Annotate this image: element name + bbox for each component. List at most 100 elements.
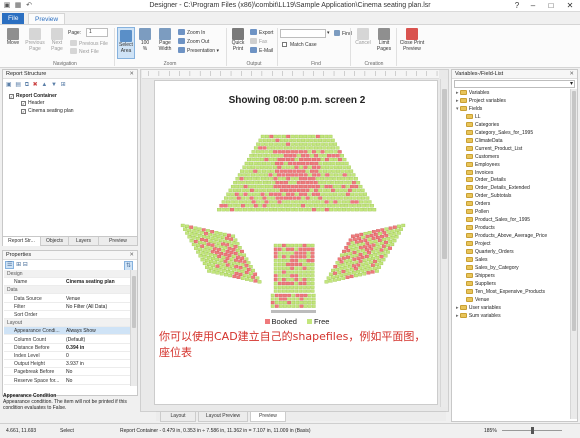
property-row[interactable]: Output Height 3.937 in	[4, 360, 130, 369]
field-tree-item[interactable]: Sales	[466, 256, 488, 263]
property-row[interactable]: Distance Before 0.394 in	[4, 344, 130, 352]
property-row[interactable]: Sort Order	[4, 311, 130, 319]
limit-pages-button[interactable]: Limit Pages	[374, 28, 394, 52]
property-category[interactable]: Design	[4, 270, 130, 278]
property-value[interactable]: 0	[66, 352, 69, 360]
tree-item-cinema-seating-plan[interactable]: ✓ Cinema seating plan	[21, 108, 74, 114]
fax-button[interactable]: Fax	[250, 38, 267, 45]
cancel-button[interactable]: Cancel	[354, 28, 372, 47]
property-value[interactable]: No	[66, 368, 72, 376]
checkbox-icon[interactable]: ✓	[21, 101, 26, 106]
close-print-preview-button[interactable]: Close Print Preview	[398, 28, 426, 52]
property-row[interactable]: Data Source Venue	[4, 295, 130, 303]
previous-page-button[interactable]: Previous Page	[24, 28, 46, 52]
restore-button[interactable]: □	[542, 0, 560, 12]
zoom-in-button[interactable]: Zoom In	[178, 29, 205, 36]
move-up-icon[interactable]: ▲	[41, 82, 48, 88]
field-tree-item[interactable]: Invoices	[466, 169, 493, 176]
new-object-icon[interactable]: ▣	[6, 82, 13, 88]
field-tree-item[interactable]: ▸ User variables	[456, 304, 501, 311]
match-case-checkbox[interactable]: Match Case	[282, 42, 317, 48]
field-tree-item[interactable]: Suppliers	[466, 280, 496, 287]
minimize-button[interactable]: –	[524, 0, 542, 12]
tab-report-structure[interactable]: Report Str...	[3, 237, 41, 246]
field-tree-item[interactable]: Categories	[466, 121, 499, 128]
export-button[interactable]: Export	[250, 29, 273, 36]
field-tree-item[interactable]: Product_Sales_for_1995	[466, 217, 530, 223]
tab-layout[interactable]: Layout	[160, 412, 196, 422]
tab-file[interactable]: File	[2, 13, 25, 24]
folder-icon[interactable]: ▤	[15, 82, 22, 88]
field-tree-item[interactable]: Employees	[466, 161, 500, 168]
zoom-slider-thumb[interactable]	[531, 427, 534, 434]
property-value[interactable]: Cinema seating plan	[66, 278, 115, 286]
tab-layout-preview[interactable]: Layout Preview	[198, 412, 248, 422]
scroll-thumb[interactable]	[132, 276, 136, 328]
find-dropdown-icon[interactable]: ▾	[327, 30, 330, 36]
property-category[interactable]: Layout	[4, 319, 130, 328]
email-button[interactable]: E-Mail	[250, 47, 273, 54]
close-panel-icon[interactable]: ✕	[129, 70, 134, 79]
tab-preview-view[interactable]: Preview	[250, 412, 286, 422]
close-window-button[interactable]: ✕	[560, 0, 580, 12]
field-tree-item[interactable]: Pollen	[466, 209, 489, 215]
field-tree-item[interactable]: Customers	[466, 153, 499, 160]
property-value[interactable]: No Filter (All Data)	[66, 303, 107, 311]
zoom-100-button[interactable]: 100 %	[138, 28, 152, 52]
field-tree-item[interactable]: Products	[466, 225, 495, 231]
quick-print-button[interactable]: Quick Print	[229, 28, 247, 52]
expand-icon[interactable]: ⊞	[61, 82, 67, 88]
property-row[interactable]: Name Cinema seating plan	[4, 278, 130, 287]
property-category[interactable]: Data	[4, 286, 130, 295]
delete-icon[interactable]: ✖	[33, 82, 39, 88]
collapse-all-icon[interactable]: ⊟	[23, 262, 28, 268]
property-row[interactable]: Column Count (Default)	[4, 336, 130, 344]
tree-item-report-container[interactable]: ✓ Report Container	[9, 93, 57, 99]
property-value[interactable]: 0.394 in	[66, 344, 84, 352]
property-value[interactable]: 3.937 in	[66, 360, 84, 368]
field-tree-item[interactable]: Category_Sales_for_1995	[466, 129, 533, 136]
close-panel-icon[interactable]: ✕	[569, 70, 574, 79]
property-value[interactable]: Always Show	[66, 327, 96, 335]
field-filter-dropdown[interactable]: ▾	[454, 80, 575, 88]
field-tree-item[interactable]: ▸ Variables	[456, 90, 489, 96]
checkbox-icon[interactable]: ✓	[9, 94, 14, 99]
find-input[interactable]	[280, 29, 326, 38]
report-page[interactable]: Showing 08:00 p.m. screen 2 Booked Free …	[154, 80, 438, 405]
field-tree-item[interactable]: Shippers	[466, 272, 495, 279]
select-area-button[interactable]: Select Area	[117, 27, 135, 59]
field-tree-item[interactable]: ▸ Project variables	[456, 97, 506, 104]
field-tree-item[interactable]: Project	[466, 241, 491, 247]
field-tree-item[interactable]: Sales_by_Category	[466, 264, 519, 271]
tab-objects[interactable]: Objects	[41, 237, 69, 246]
move-down-icon[interactable]: ▼	[51, 82, 58, 88]
property-value[interactable]: Venue	[66, 295, 80, 303]
move-button[interactable]: Move	[4, 28, 22, 47]
field-tree-item[interactable]: Order_Subtotals	[466, 193, 511, 199]
field-tree-item[interactable]: ▸ Sum variables	[456, 312, 501, 319]
next-file-button[interactable]: Next File	[70, 48, 99, 55]
field-tree-item[interactable]: Orders	[466, 201, 490, 207]
property-value[interactable]: No	[66, 377, 72, 385]
copy-icon[interactable]: ⧉	[25, 82, 30, 88]
fields-scrollbar[interactable]	[570, 89, 577, 419]
close-panel-icon[interactable]: ✕	[129, 251, 134, 260]
property-row[interactable]: Index Level 0	[4, 352, 130, 360]
expand-all-icon[interactable]: ⊞	[16, 262, 21, 268]
tree-item-header[interactable]: ✓ Header	[21, 100, 44, 106]
property-value[interactable]: (Default)	[66, 336, 85, 344]
property-row[interactable]: Filter No Filter (All Data)	[4, 303, 130, 311]
page-width-button[interactable]: Page Width	[155, 28, 175, 52]
preview-vertical-scrollbar[interactable]	[440, 79, 448, 407]
next-page-button[interactable]: Next Page	[48, 28, 66, 52]
field-tree-item[interactable]: Products_Above_Average_Price	[466, 233, 547, 239]
zoom-out-button[interactable]: Zoom Out	[178, 38, 209, 45]
categorized-icon[interactable]: ☰	[5, 261, 15, 269]
field-tree-item[interactable]: ▾ Fields	[456, 105, 482, 112]
field-tree-item[interactable]: Ten_Most_Expensive_Products	[466, 288, 545, 295]
page-number-input[interactable]: 1	[86, 28, 108, 37]
property-row[interactable]: Reserve Space for... No	[4, 377, 130, 385]
field-tree-item[interactable]: LL	[466, 113, 481, 120]
tab-preview[interactable]: Preview	[28, 13, 66, 24]
field-tree-item[interactable]: Order_Details_Extended	[466, 185, 530, 191]
